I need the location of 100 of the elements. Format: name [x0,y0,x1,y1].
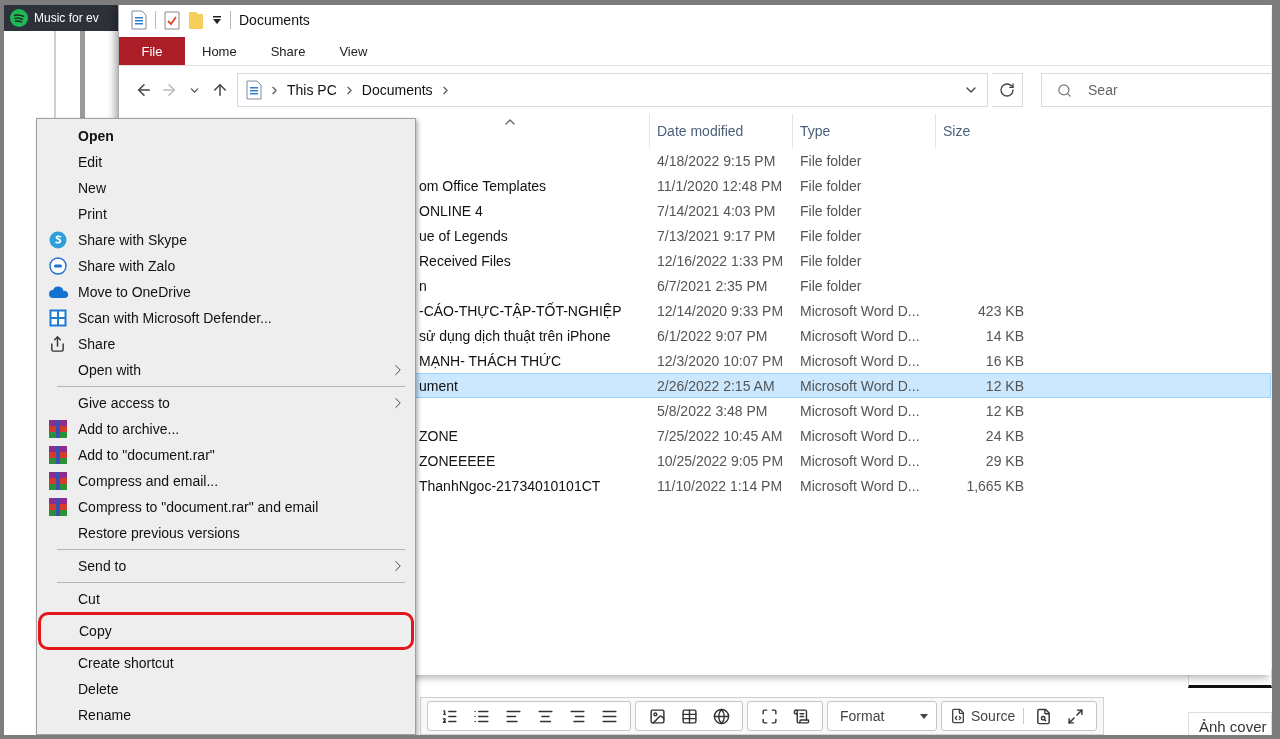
image-icon[interactable] [648,707,666,725]
stacked-books-icon [49,472,67,490]
menu-item[interactable]: Compress to "document.rar" and email [37,494,415,520]
date-cell-text: 12/14/2020 9:33 PM [656,302,785,319]
stacked-books-icon [49,498,67,516]
breadcrumb[interactable]: This PC [287,82,337,98]
file-name: n [418,277,428,294]
menu-item[interactable]: Rename [37,702,415,728]
date-cell-text: 4/18/2022 9:15 PM [656,152,777,169]
file-name: Received Files [418,252,512,269]
document-icon [246,80,262,100]
type-cell-text: Microsoft Word D... [799,402,921,419]
menu-item[interactable]: Scan with Microsoft Defender... [37,305,415,331]
round-logo-icon [49,231,67,249]
header-title: Music for ev [34,11,99,25]
menu-item[interactable]: Share with Skype [37,227,415,253]
date-cell-text: 7/25/2022 10:45 AM [656,427,784,444]
size-cell-text: 16 KB [984,352,1025,369]
type-cell-text: Microsoft Word D... [799,477,921,494]
menu-item[interactable]: New [37,175,415,201]
column-header[interactable]: Date modified [649,114,792,148]
menu-item[interactable]: Share with Zalo [37,253,415,279]
menu-item[interactable]: Compress and email... [37,468,415,494]
type-cell-text: File folder [799,252,863,269]
address-bar[interactable]: This PC Documents [237,73,989,107]
menu-item[interactable]: Send to [37,553,415,579]
maximize-icon[interactable] [760,707,778,725]
breadcrumb[interactable]: Documents [361,82,433,98]
file-name: ZONEEEEE [418,452,497,469]
checklist-icon[interactable] [164,10,180,30]
type-cell-text: Microsoft Word D... [799,377,921,394]
date-cell-text: 11/1/2020 12:48 PM [656,177,784,194]
file-name: -CÁO-THỰC-TẬP-TỐT-NGHIỆP [418,302,623,319]
side-label: Ảnh cover [1188,711,1272,735]
scroll-icon[interactable] [792,707,810,725]
size-cell-text: 14 KB [984,327,1025,344]
date-cell-text: 7/13/2021 9:17 PM [656,227,777,244]
fullscreen-icon[interactable] [1066,707,1084,725]
date-cell-text: 10/25/2022 9:05 PM [656,452,785,469]
size-cell-text: 423 KB [977,302,1025,319]
refresh-icon [999,82,1016,98]
file-name: ONLINE 4 [418,202,484,219]
search-icon [1057,83,1073,98]
date-cell-text: 2/26/2022 2:15 AM [656,377,776,394]
type-cell-text: File folder [799,152,863,169]
file-name: ument [418,377,459,394]
column-header[interactable]: Type [792,114,935,148]
menu-item[interactable]: Edit [37,149,415,175]
type-cell-text: File folder [799,227,863,244]
menu-item[interactable]: Open [37,123,415,149]
caret-icon[interactable] [212,15,222,25]
table-icon[interactable] [680,707,698,725]
menu-item[interactable]: Add to "document.rar" [37,442,415,468]
refresh-button[interactable] [992,73,1024,107]
size-cell-text: 12 KB [984,377,1025,394]
date-cell-text: 6/7/2021 2:35 PM [656,277,769,294]
menu-item[interactable]: Create shortcut [37,650,415,676]
type-cell-text: Microsoft Word D... [799,427,921,444]
format-dropdown[interactable]: Format [827,701,937,731]
cloud-icon [49,286,69,298]
window-icon [49,309,67,327]
code-file-icon [950,708,966,724]
date-cell-text: 11/10/2022 1:14 PM [656,477,784,494]
file-name: MẠNH- THÁCH THỨC [418,352,563,369]
menu-item[interactable]: Cut [37,586,415,612]
date-cell-text: 5/8/2022 3:48 PM [656,402,769,419]
share-icon [49,335,66,353]
date-cell-text: 6/1/2022 9:07 PM [656,327,769,344]
menu-item[interactable]: Move to OneDrive [37,279,415,305]
size-cell-text: 12 KB [984,402,1025,419]
globe-icon[interactable] [712,707,730,725]
numbered-list-icon[interactable] [440,707,458,725]
menu-item[interactable]: Add to archive... [37,416,415,442]
ribbon-tab[interactable]: View [322,37,385,65]
caret-icon [920,713,928,719]
ribbon-tab[interactable]: Share [253,37,323,65]
size-cell-text: 29 KB [984,452,1025,469]
size-cell-text: 24 KB [984,427,1025,444]
stacked-books-icon [49,420,67,438]
type-cell-text: Microsoft Word D... [799,302,921,319]
menu-item[interactable]: Restore previous versions [37,520,415,546]
file-name: om Office Templates [418,177,548,194]
preview-icon[interactable] [1034,707,1052,725]
type-cell-text: File folder [799,202,863,219]
search-field[interactable]: Sear [1041,73,1272,107]
stacked-books-icon [49,446,67,464]
menu-item[interactable]: Copy [38,612,414,650]
menu-item[interactable]: Delete [37,676,415,702]
menu-item[interactable]: Share [37,331,415,357]
file-tab[interactable]: File [119,37,185,65]
date-cell-text: 12/3/2020 10:07 PM [656,352,785,369]
column-header[interactable]: Size [935,114,1029,148]
ribbon-tab[interactable]: Home [185,37,254,65]
music-logo-icon [10,9,28,27]
date-cell-text: 12/16/2022 1:33 PM [656,252,785,269]
file-name: sử dụng dịch thuật trên iPhone [418,327,612,344]
file-name: ue of Legends [418,227,509,244]
menu-item[interactable]: Print [37,201,415,227]
date-cell-text: 7/14/2021 4:03 PM [656,202,777,219]
document-icon [131,10,147,30]
